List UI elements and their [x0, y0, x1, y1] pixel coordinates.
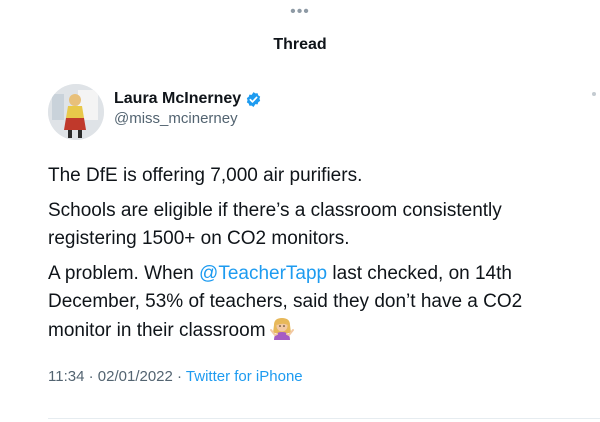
- author-names[interactable]: Laura McInerney @miss_mcinerney: [114, 90, 262, 127]
- tweet-paragraph-2: Schools are eligible if there’s a classr…: [48, 200, 502, 249]
- mention-link[interactable]: @TeacherTapp: [199, 263, 327, 284]
- meta-separator: ·: [84, 368, 98, 385]
- tweet-time[interactable]: 11:34: [48, 368, 84, 385]
- tweet-meta: 11:34 · 02/01/2022 · Twitter for iPhone: [48, 368, 600, 385]
- avatar[interactable]: [48, 84, 104, 140]
- page-title: Thread: [273, 36, 327, 53]
- tweet-paragraph-1: The DfE is offering 7,000 air purifiers.: [48, 165, 363, 186]
- meta-separator: ·: [172, 368, 186, 385]
- more-options-dot-icon[interactable]: [592, 92, 596, 96]
- author-display-name[interactable]: Laura McInerney: [114, 90, 241, 108]
- tweet-paragraph-3: A problem. When @TeacherTapp last checke…: [48, 260, 588, 349]
- tweet-date[interactable]: 02/01/2022: [98, 368, 173, 385]
- tweet-header: Laura McInerney @miss_mcinerney: [48, 84, 600, 140]
- author-handle[interactable]: @miss_mcinerney: [114, 110, 262, 127]
- tweet-text: The DfE is offering 7,000 air purifiers.…: [48, 162, 588, 349]
- avatar-photo-icon: [48, 84, 104, 140]
- paragraph-3-before: A problem. When: [48, 263, 200, 284]
- tweet: Laura McInerney @miss_mcinerney The DfE …: [48, 84, 600, 385]
- tweet-source-link[interactable]: Twitter for iPhone: [186, 368, 303, 385]
- woman-shrugging-icon: [269, 316, 294, 349]
- more-options-grabber[interactable]: •••: [0, 4, 600, 20]
- verified-badge-icon: [245, 91, 262, 108]
- divider: [48, 418, 600, 419]
